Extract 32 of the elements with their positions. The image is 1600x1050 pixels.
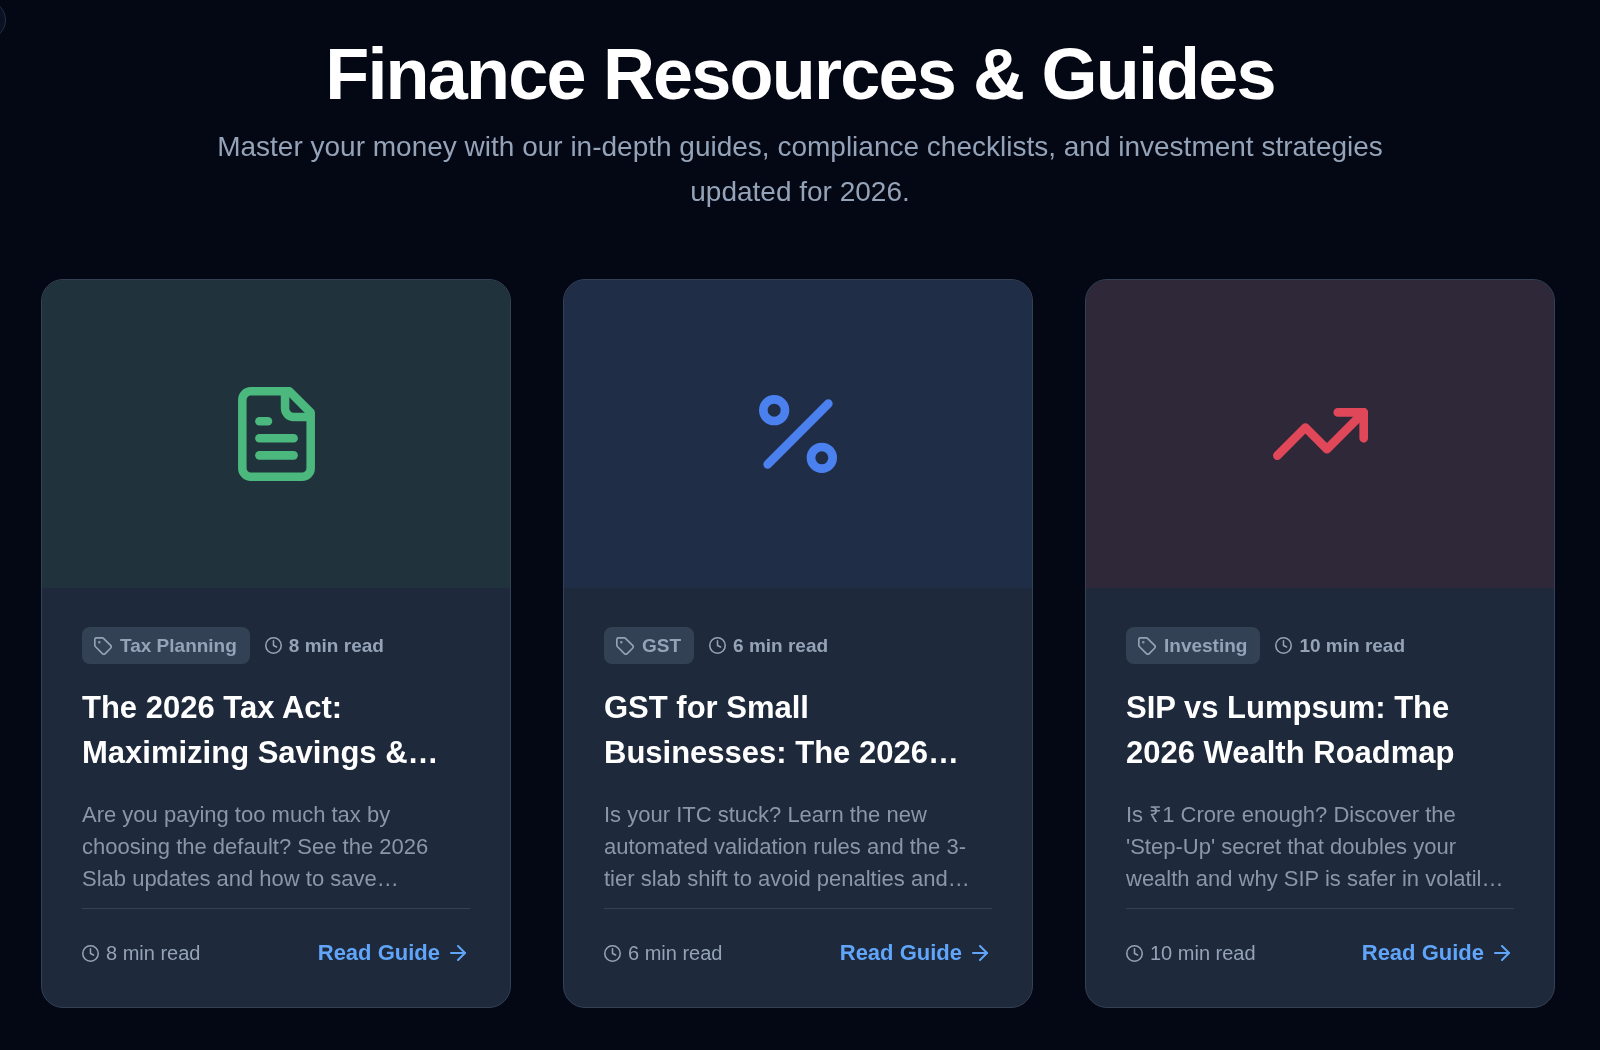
read-guide-link[interactable]: Read Guide xyxy=(317,940,466,966)
read-time: 10 min read xyxy=(1150,941,1256,965)
read-time: 8 min read xyxy=(288,634,384,657)
arrow-right-icon xyxy=(972,945,988,961)
tag-label: Investing xyxy=(1164,634,1248,657)
guide-excerpt: Is ₹1 Crore enough? Discover the 'Step-Up' secret that doubles your wealth and why SIP is safer in volatil… xyxy=(1126,801,1505,893)
clock-icon xyxy=(264,637,282,654)
guide-excerpt: Are you paying too much tax by choosing the default? See the 2026 Slab updates and how to save… xyxy=(82,801,430,893)
arrow-right-icon xyxy=(1494,945,1510,961)
tag-icon xyxy=(94,636,112,655)
clock-icon xyxy=(1126,944,1143,962)
read-time: 6 min read xyxy=(628,941,723,965)
read-time: 8 min read xyxy=(106,941,201,965)
tag-label: GST xyxy=(642,634,682,657)
clock-icon xyxy=(604,944,621,962)
clock-icon xyxy=(1275,637,1293,654)
arrow-right-icon xyxy=(450,945,466,961)
page-title: Finance Resources & Guides xyxy=(324,35,1276,114)
tag-icon xyxy=(616,636,634,655)
read-guide-link[interactable]: Read Guide xyxy=(1361,940,1510,966)
guide-title: SIP vs Lumpsum: The 2026 Wealth Roadmap xyxy=(1126,689,1456,772)
clock-icon xyxy=(82,944,99,962)
page-subtitle: Master your money with our in-depth guides, compliance checklists, and investment strategies updated for 2026. xyxy=(216,130,1384,209)
read-time: 6 min read xyxy=(733,634,829,657)
tag-label: Tax Planning xyxy=(120,634,237,657)
guide-title: GST for Small Businesses: The 2026… xyxy=(604,689,960,772)
read-guide-link[interactable]: Read Guide xyxy=(839,940,988,966)
guide-title: The 2026 Tax Act: Maximizing Savings &… xyxy=(82,689,440,772)
read-time: 10 min read xyxy=(1299,634,1405,657)
guide-excerpt: Is your ITC stuck? Learn the new automated validation rules and the 3-tier slab shift to avoid penalties and… xyxy=(604,801,971,893)
tag-icon xyxy=(1138,636,1156,655)
clock-icon xyxy=(709,637,727,654)
